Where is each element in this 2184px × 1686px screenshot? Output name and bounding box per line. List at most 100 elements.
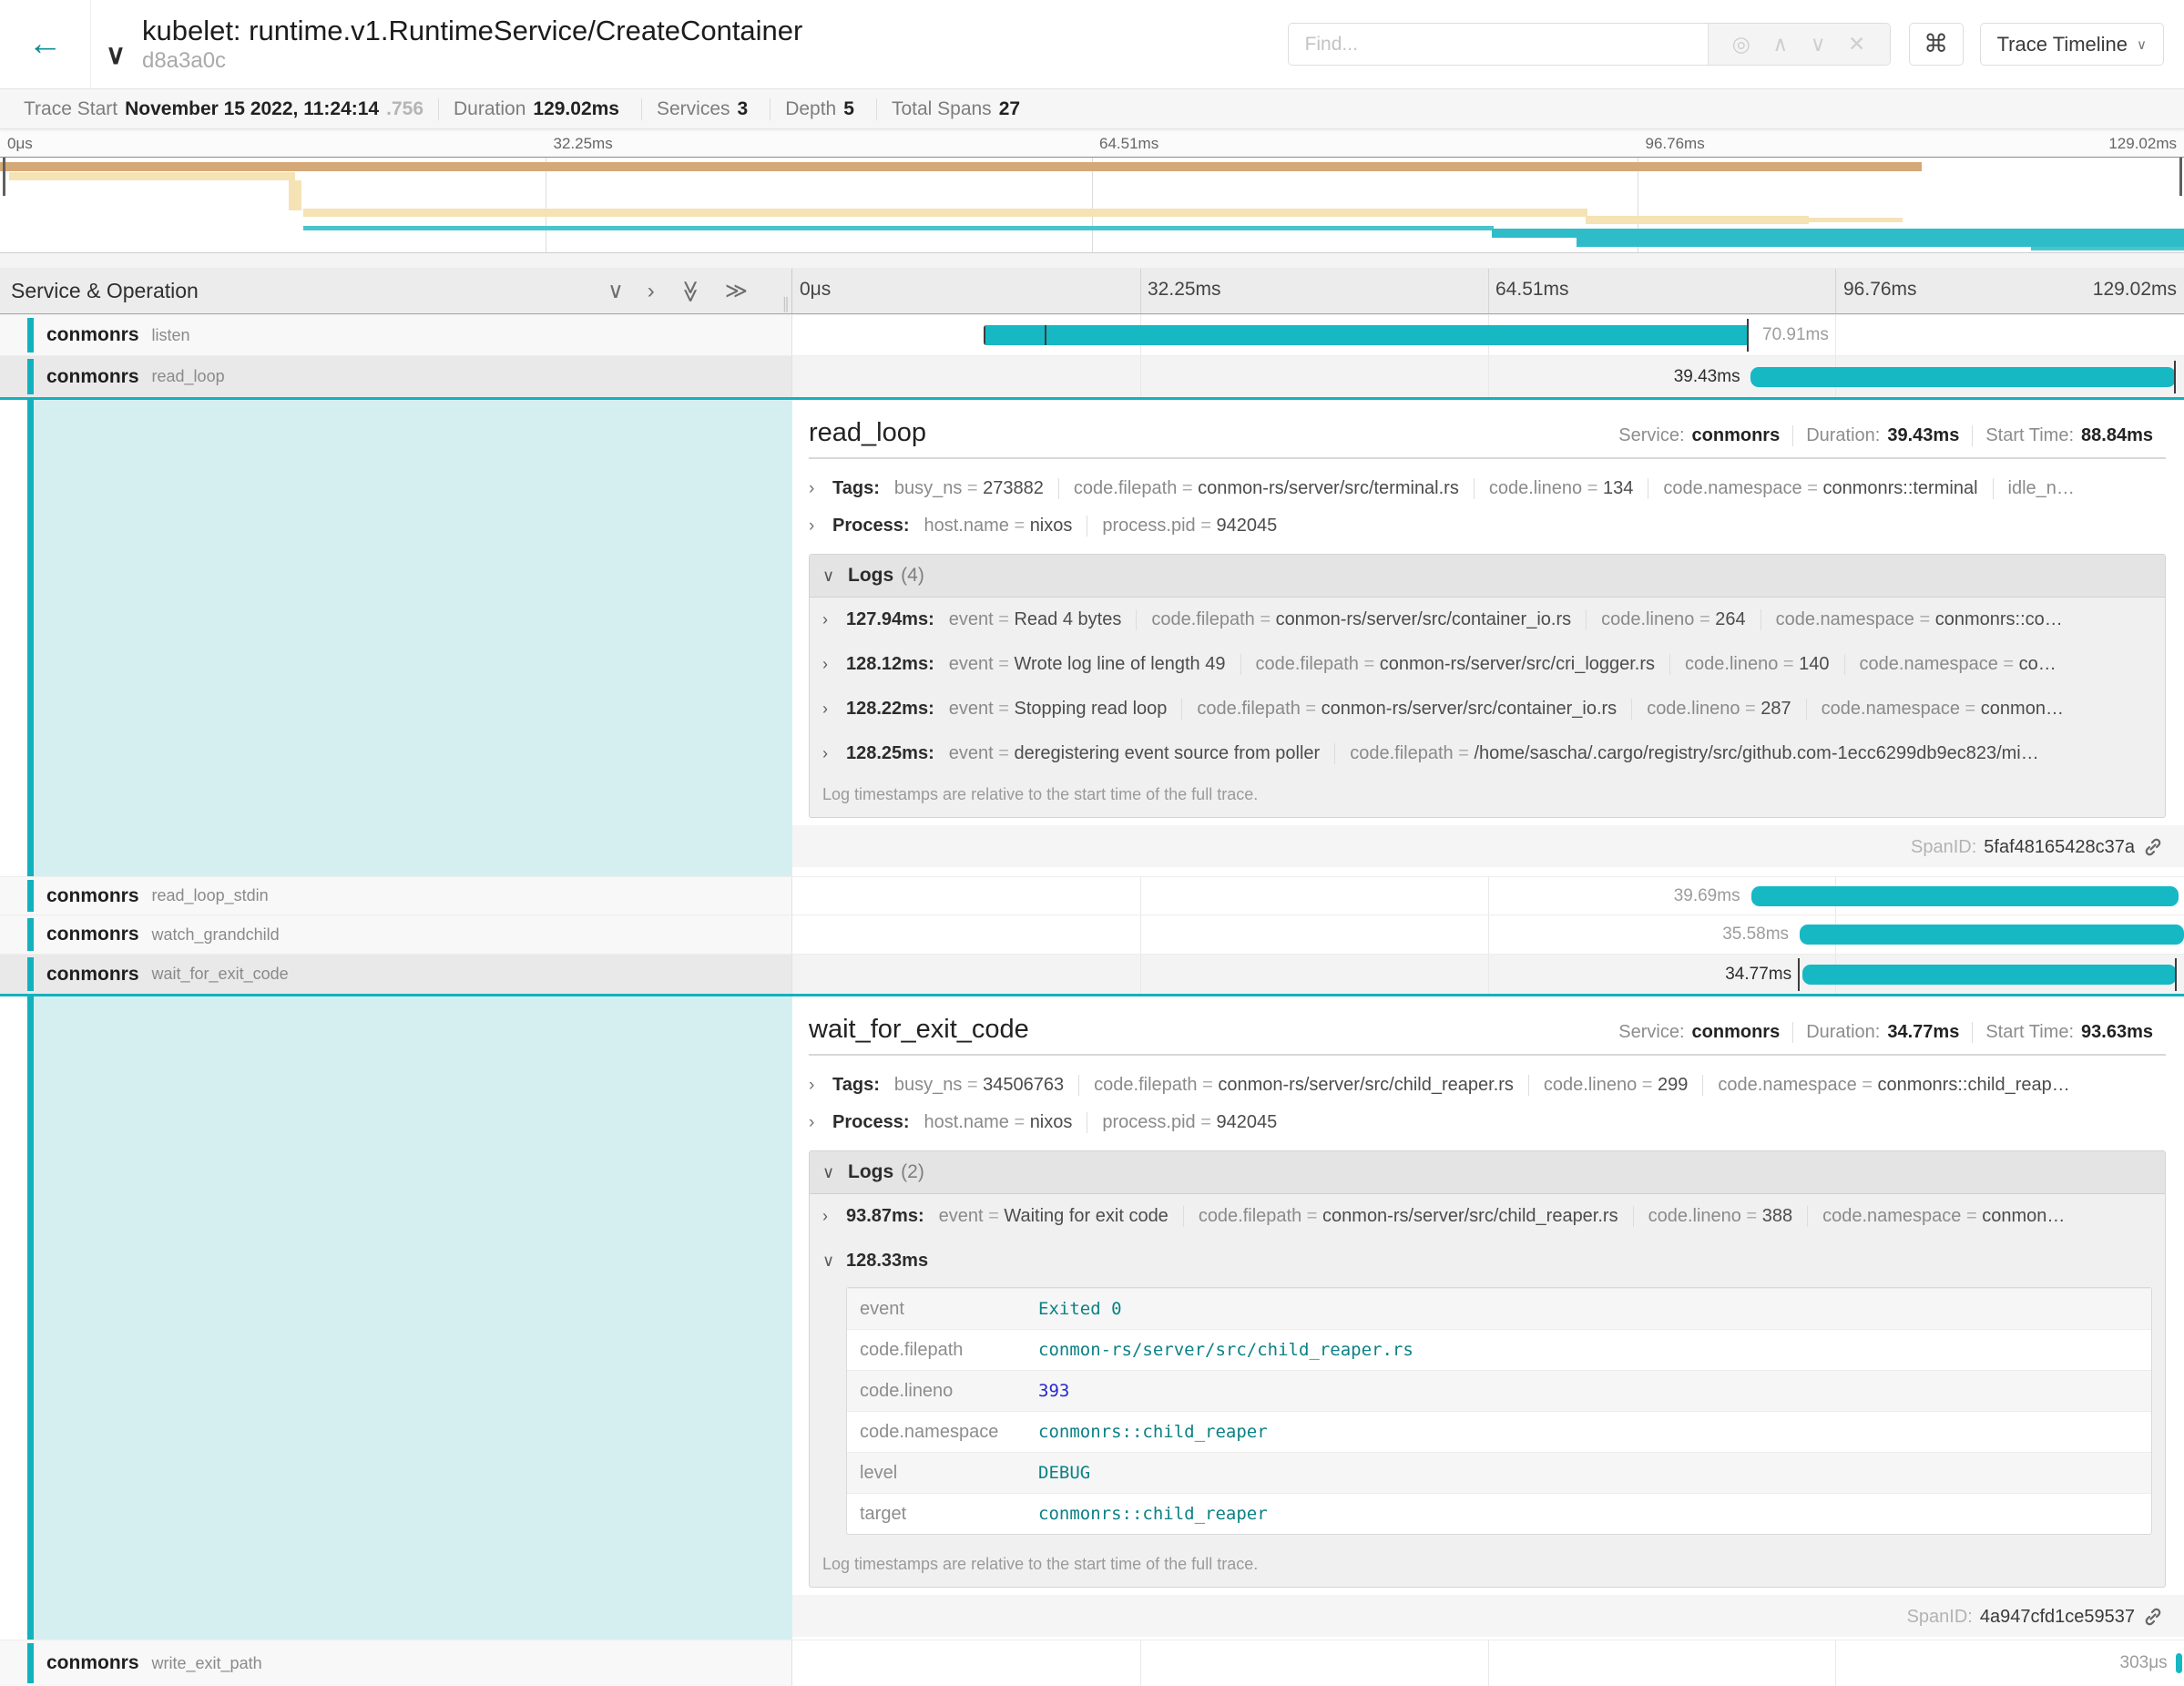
log-timestamp: 93.87ms: [846,1206,924,1227]
deep-link-icon[interactable] [2142,836,2164,858]
span-row-read-loop[interactable]: conmonrs read_loop 39.43ms [0,355,2184,397]
tick-label: 0μs [7,135,33,153]
log-timestamp: 128.33ms [846,1251,928,1272]
back-arrow-icon: ← [28,25,63,64]
meta-value: 39.43ms [1887,425,1959,446]
log-field-key: target [847,1504,1038,1525]
find-clear-icon[interactable]: ✕ [1848,32,1865,56]
process-row[interactable]: › Process: host.namenixos process.pid942… [809,507,2166,545]
span-row-read-loop-stdin[interactable]: conmonrs read_loop_stdin 39.69ms [0,876,2184,915]
span-bar[interactable] [2176,1653,2183,1673]
back-button[interactable]: ← [0,0,91,89]
deep-link-icon[interactable] [2142,1606,2164,1628]
minimap-scrubber-left[interactable] [3,158,5,196]
span-timeline-cell[interactable]: 35.58ms [792,915,2184,954]
log-field-key: code.namespace [847,1422,1038,1443]
minimap-bar [9,172,295,180]
log-field-row: level DEBUG [847,1452,2151,1493]
tick-label: 64.51ms [1495,279,1569,301]
log-field-row: event Exited 0 [847,1288,2151,1329]
span-detail-panel: read_loop Service: conmonrs Duration: 39… [792,400,2184,876]
collapse-one-icon[interactable]: ∨ [607,281,624,302]
expand-all-icon[interactable]: ≫ [725,281,748,302]
span-bar[interactable] [984,325,1749,345]
minimap-bar [289,180,301,210]
process-value: 942045 [1196,1112,1278,1132]
service-name: conmonrs [46,964,139,986]
logs-header[interactable]: ∨ Logs (2) [810,1151,2165,1194]
log-row-expanded[interactable]: ∨ 128.33ms [810,1239,2165,1283]
span-timeline-cell[interactable]: 70.91ms [792,315,2184,355]
logs-header[interactable]: ∨ Logs (4) [810,555,2165,598]
view-select[interactable]: Trace Timeline ∨ [1980,23,2164,66]
span-detail-meta: Service: conmonrs Duration: 34.77ms Star… [1606,1022,2166,1043]
span-timeline-cell[interactable]: 39.69ms [792,877,2184,915]
process-label: Process: [832,1112,910,1133]
trace-minimap[interactable] [0,157,2184,253]
find-next-icon[interactable]: ∨ [1811,32,1826,56]
span-name-cell[interactable]: conmonrs read_loop [0,356,792,397]
tags-label: Tags: [832,478,880,499]
process-chips: host.namenixos process.pid942045 [924,516,1278,536]
find-match-icon[interactable]: ◎ [1732,32,1750,56]
minimap-bar [1806,218,1903,222]
log-row[interactable]: › 128.12ms: eventWrote log line of lengt… [810,642,2165,687]
span-name-cell[interactable]: conmonrs write_exit_path [0,1640,792,1686]
span-id-label: SpanID: [1911,837,1976,858]
process-row[interactable]: › Process: host.namenixos process.pid942… [809,1104,2166,1141]
log-row[interactable]: › 127.94ms: eventRead 4 bytescode.filepa… [810,598,2165,642]
span-name-cell[interactable]: conmonrs listen [0,315,792,355]
tag-value: conmon-rs/server/src/child_reaper.rs [1198,1075,1514,1095]
span-name-cell[interactable]: conmonrs watch_grandchild [0,915,792,954]
log-field: code.lineno388 [1633,1206,1792,1227]
span-timeline-cell[interactable]: 303μs [792,1640,2184,1686]
span-name-cell[interactable]: conmonrs read_loop_stdin [0,877,792,915]
span-timeline-cell[interactable]: 34.77ms [792,955,2184,994]
tag-chip: busy_ns34506763 [894,1075,1064,1096]
tick-label: 32.25ms [1148,279,1221,301]
span-row-wait-for-exit-code[interactable]: conmonrs wait_for_exit_code 34.77ms [0,954,2184,994]
column-resize-grip[interactable]: ∥ [782,295,791,313]
tags-row[interactable]: › Tags: busy_ns273882 code.filepathconmo… [809,470,2166,507]
find-input[interactable] [1289,24,1708,65]
span-name-cell[interactable]: conmonrs wait_for_exit_code [0,955,792,994]
tag-key: code.namespace [1663,478,1801,498]
span-bar[interactable] [1750,367,2176,387]
span-timeline-cell[interactable]: 39.43ms [792,356,2184,397]
service-name: conmonrs [46,366,139,388]
log-row[interactable]: › 128.25ms: eventderegistering event sou… [810,731,2165,776]
tag-chip: code.namespaceconmonrs::terminal [1648,478,1977,499]
log-field: eventStopping read loop [949,699,1168,720]
collapse-all-icon[interactable]: ≫ [679,280,700,302]
span-duration-label: 39.69ms [1674,886,1740,906]
log-row[interactable]: › 93.87ms: eventWaiting for exit codecod… [810,1194,2165,1239]
span-bar[interactable] [1751,886,2179,906]
logs-footnote: Log timestamps are relative to the start… [810,1546,2165,1587]
span-row-watch-grandchild[interactable]: conmonrs watch_grandchild 35.58ms [0,915,2184,954]
tick-label: 64.51ms [1099,135,1158,153]
operation-name: listen [152,326,190,345]
tag-chips: busy_ns273882 code.filepathconmon-rs/ser… [894,478,2075,499]
log-row[interactable]: › 128.22ms: eventStopping read loopcode.… [810,687,2165,731]
span-row-listen[interactable]: conmonrs listen 70.91ms [0,314,2184,355]
span-bar[interactable] [1800,925,2184,945]
keyboard-shortcuts-button[interactable]: ⌘ [1909,23,1964,66]
process-value: 942045 [1196,516,1278,536]
span-duration-label: 34.77ms [1725,965,1791,985]
process-value: nixos [1009,1112,1073,1132]
tag-value: conmon-rs/server/src/terminal.rs [1177,478,1459,498]
span-id-value: 4a947cfd1ce59537 [1980,1607,2135,1628]
log-field-value: conmonrs::child_reaper [1038,1504,1268,1524]
minimap-scrubber-right[interactable] [2179,158,2182,196]
logs-footnote: Log timestamps are relative to the start… [810,776,2165,817]
collapse-trace-icon[interactable]: ∨ [106,39,126,71]
expand-one-icon[interactable]: › [648,281,655,302]
find-prev-icon[interactable]: ∧ [1772,32,1788,56]
meta-item: Service: conmonrs [1606,425,1792,446]
span-bar[interactable] [1802,965,2177,985]
chevron-down-icon: ∨ [2137,36,2147,53]
tags-row[interactable]: › Tags: busy_ns34506763 code.filepathcon… [809,1067,2166,1104]
span-detail-title: read_loop [809,418,926,448]
span-row-write-exit-path[interactable]: conmonrs write_exit_path 303μs [0,1640,2184,1686]
log-field: code.filepathconmon-rs/server/src/contai… [1136,609,1571,630]
